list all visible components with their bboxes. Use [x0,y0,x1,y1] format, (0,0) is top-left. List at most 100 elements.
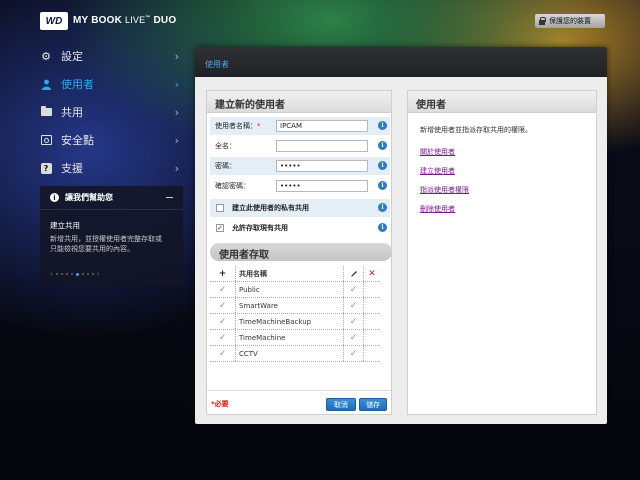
info-icon[interactable]: i [378,141,387,150]
confirm-password-field[interactable] [276,180,368,192]
required-note: *必要 [211,400,229,408]
folder-icon [40,106,52,118]
pager-dot[interactable] [55,273,58,275]
full-access-check-icon[interactable]: ✓ [343,282,363,297]
chevron-right-icon: › [174,106,179,119]
table-row: ✓ Public ✓ [210,282,380,298]
username-field[interactable] [276,120,368,132]
info-icon[interactable]: i [378,223,387,232]
link-create-user[interactable]: 建立使用者 [420,166,596,185]
access-check-icon[interactable]: ✓ [343,346,363,361]
pager-dot[interactable] [70,273,73,275]
no-access-cell[interactable] [363,298,380,313]
sidebar-item-label: 安全點 [61,134,94,147]
required-marker: * [257,122,261,130]
share-name: CCTV [235,346,343,361]
help-panel-heading: 讓我們幫助您 [65,193,113,202]
share-name: TimeMachine [235,330,343,345]
link-about-users[interactable]: 關於使用者 [420,147,596,166]
allow-existing-checkbox[interactable]: ✓ [216,224,224,232]
user-icon [40,78,52,90]
fullname-field[interactable] [276,140,368,152]
sidebar-item-support[interactable]: ? 支援 › [40,154,185,182]
pager-next-icon[interactable]: › [97,270,100,278]
private-share-checkbox[interactable] [216,204,224,212]
share-name: TimeMachineBackup [235,314,343,329]
add-share-button[interactable]: + [210,269,235,279]
allow-existing-row: ✓ 允許存取現有共用 i [210,219,390,237]
help-pager[interactable]: ‹ › [50,270,100,278]
sidebar-item-safepoint[interactable]: 安全點 › [40,126,185,154]
info-icon: i [50,193,59,202]
pager-dot[interactable] [60,273,63,275]
product-name-suffix: DUO [153,15,177,26]
chevron-right-icon: › [174,134,179,147]
no-access-cell[interactable] [363,314,380,329]
help-topic-title: 建立共用 [50,221,80,230]
password-field[interactable] [276,160,368,172]
pager-dot-active[interactable] [75,272,79,276]
sidebar-item-label: 共用 [61,106,83,119]
confirm-password-row: 確認密碼： i [210,177,390,195]
sidebar-item-label: 支援 [61,162,83,175]
full-access-column-icon [343,266,363,281]
sidebar-item-shares[interactable]: 共用 › [40,98,185,126]
no-access-cell[interactable] [363,330,380,345]
sidebar-item-users[interactable]: 使用者 › [40,70,185,98]
product-name-main: MY BOOK [73,15,122,26]
pager-dot[interactable] [81,273,84,275]
no-access-cell[interactable] [363,282,380,297]
users-panel-description: 新增使用者並指派存取共用的權限。 [420,126,532,134]
password-label: 密碼： [215,162,236,170]
breadcrumb: 使用者 [195,47,607,77]
protect-device-button[interactable]: 保護您的裝置 [535,14,605,28]
link-delete-user[interactable]: 刪除使用者 [420,204,596,223]
help-panel-header[interactable]: i 讓我們幫助您 [40,186,183,210]
table-row: ✓ TimeMachine ✓ [210,330,380,346]
fullname-label: 全名： [215,142,236,150]
column-share-name: 共用名稱 [235,266,343,281]
full-access-check-icon[interactable]: ✓ [210,317,235,327]
sidebar-item-label: 設定 [61,50,83,63]
no-access-column-icon: ✕ [363,266,380,281]
info-icon[interactable]: i [378,121,387,130]
cancel-button[interactable]: 取消 [326,398,356,411]
help-body-line: 只能檢視您要共用的內容。 [50,245,134,253]
page-title: 使用者 [205,60,229,69]
table-row: ✓ SmartWare ✓ [210,298,380,314]
sidebar-item-settings[interactable]: ⚙ 設定 › [40,42,185,70]
no-access-cell[interactable] [363,346,380,361]
full-access-check-icon[interactable]: ✓ [343,314,363,329]
allow-existing-label: 允許存取現有共用 [232,224,288,232]
lock-icon [539,17,546,25]
full-access-check-icon[interactable]: ✓ [210,349,235,359]
pager-prev-icon[interactable]: ‹ [50,270,53,278]
username-label-text: 使用者名稱： [215,122,257,130]
full-access-check-icon[interactable]: ✓ [343,330,363,345]
info-icon[interactable]: i [378,203,387,212]
info-icon[interactable]: i [378,181,387,190]
full-access-check-icon[interactable]: ✓ [210,333,235,343]
pager-dot[interactable] [65,273,68,275]
create-user-footer: *必要 取消 儲存 [207,390,391,414]
save-button[interactable]: 儲存 [359,398,387,411]
private-share-label: 建立此使用者的私有共用 [232,204,309,212]
username-row: 使用者名稱：* i [210,117,390,135]
table-header-row: + 共用名稱 ✕ [210,266,380,282]
pager-dot[interactable] [86,273,89,275]
info-icon[interactable]: i [378,161,387,170]
private-share-row: 建立此使用者的私有共用 i [210,199,390,217]
users-info-card: 使用者 新增使用者並指派存取共用的權限。 關於使用者 建立使用者 指派使用者權限… [407,90,597,415]
table-row: ✓ TimeMachineBackup ✓ [210,314,380,330]
password-row: 密碼： i [210,157,390,175]
create-user-title: 建立新的使用者 [207,91,391,113]
sidebar-item-label: 使用者 [61,78,94,91]
full-access-check-icon[interactable]: ✓ [343,298,363,313]
collapse-icon[interactable] [166,197,173,198]
full-access-check-icon[interactable]: ✓ [210,285,235,295]
full-access-check-icon[interactable]: ✓ [210,301,235,311]
sidebar-nav: ⚙ 設定 › 使用者 › 共用 › 安全點 › ? 支援 › [40,42,185,182]
pager-dot[interactable] [91,273,94,275]
users-panel-title: 使用者 [408,91,596,113]
link-assign-permissions[interactable]: 指派使用者權限 [420,185,596,204]
